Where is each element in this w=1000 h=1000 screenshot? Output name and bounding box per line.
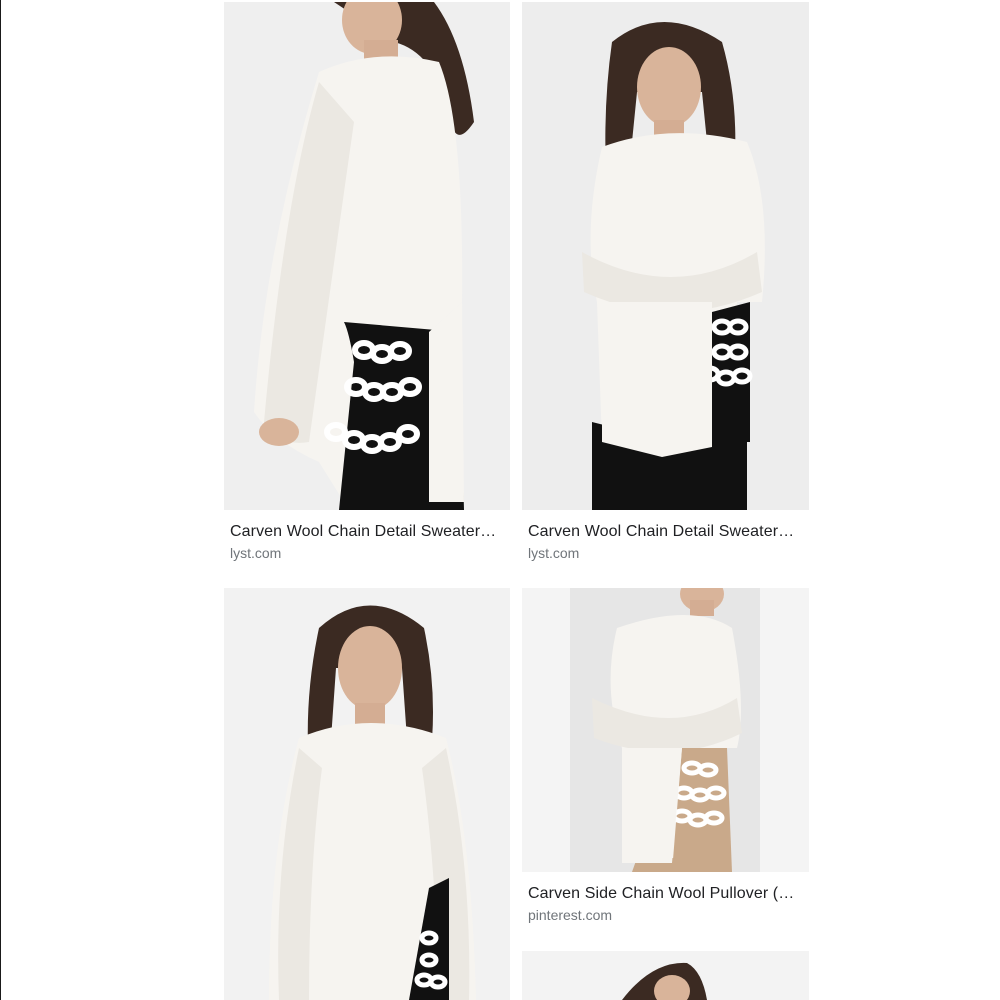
result-thumbnail[interactable] [522,2,809,510]
result-thumbnail[interactable] [224,588,510,1000]
photo-partial-cropped [522,951,809,1000]
image-results-page: Carven Wool Chain Detail Sweater… lyst.c… [0,0,1000,1000]
image-result-card[interactable] [224,588,510,1000]
sweater-photo-front [224,588,510,1000]
result-thumbnail[interactable] [224,2,510,510]
result-thumbnail[interactable] [522,588,809,872]
result-caption[interactable]: Carven Wool Chain Detail Sweater… lyst.c… [528,522,808,562]
image-result-card[interactable]: Carven Wool Chain Detail Sweater… lyst.c… [224,2,510,562]
result-source[interactable]: lyst.com [230,544,510,562]
result-source[interactable]: lyst.com [528,544,808,562]
image-result-card[interactable] [522,951,809,1000]
result-title[interactable]: Carven Wool Chain Detail Sweater… [230,522,510,542]
sweater-photo-arms-folded [522,588,809,872]
result-title[interactable]: Carven Wool Chain Detail Sweater… [528,522,808,542]
sweater-photo-side-profile [224,2,510,510]
image-result-card[interactable]: Carven Wool Chain Detail Sweater… lyst.c… [522,2,809,562]
image-result-card[interactable]: Carven Side Chain Wool Pullover (… pinte… [522,588,809,928]
sweater-photo-arms-crossed [522,2,809,510]
result-thumbnail[interactable] [522,951,809,1000]
result-caption[interactable]: Carven Wool Chain Detail Sweater… lyst.c… [230,522,510,562]
result-caption[interactable]: Carven Side Chain Wool Pullover (… pinte… [528,884,808,924]
viewport-edge [0,0,1,1000]
result-title[interactable]: Carven Side Chain Wool Pullover (… [528,884,808,904]
result-source[interactable]: pinterest.com [528,906,808,924]
